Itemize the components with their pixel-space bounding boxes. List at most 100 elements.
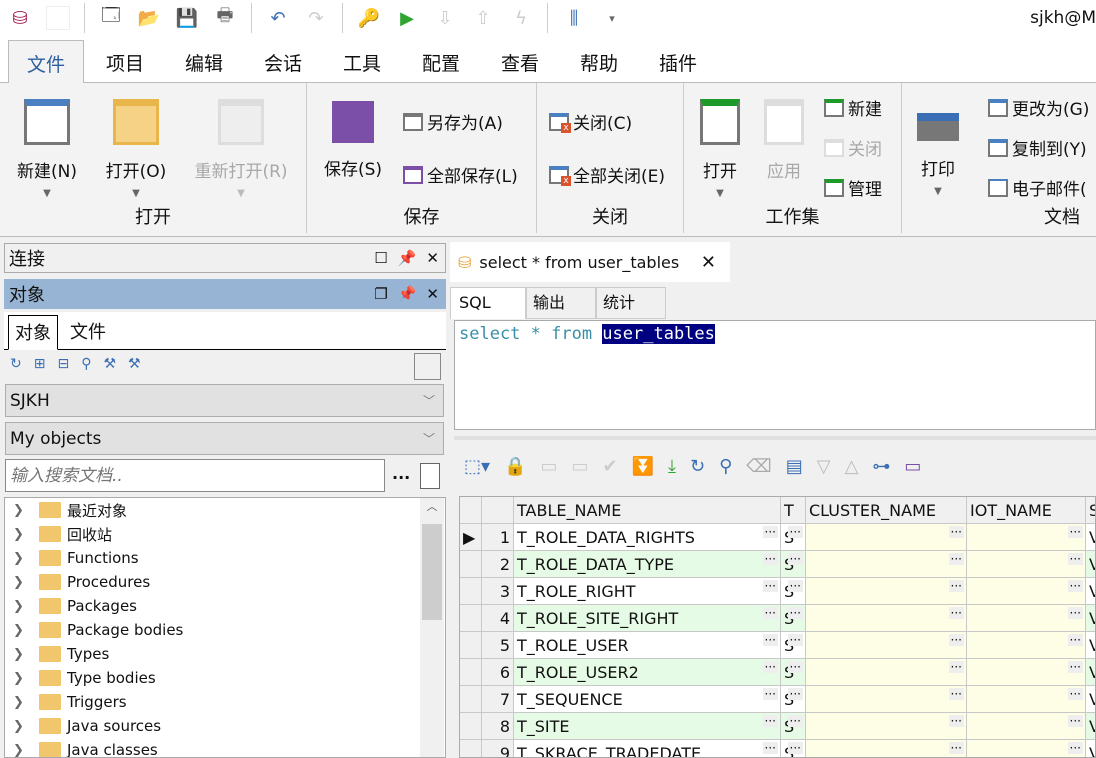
print-icon[interactable]: 🖶 [213,5,237,30]
cell-iot-name[interactable]: ··· [967,632,1086,659]
ellipsis-button[interactable]: ··· [762,526,778,538]
maximize-icon[interactable]: ☐ [374,249,387,267]
cell-cluster-name[interactable]: ··· [806,632,967,659]
tree-item[interactable]: ❯ Type bodies [5,666,445,690]
tree-item[interactable]: ❯ 回收站 [5,522,445,546]
cell-status[interactable]: V [1086,524,1095,551]
table-row[interactable]: 4 T_ROLE_SITE_RIGHT ··· S··· ··· ··· V [460,605,1095,632]
cell-iot-name[interactable]: ··· [967,551,1086,578]
filter-icon[interactable]: ⚒ [103,356,116,372]
open-button[interactable]: 打开(O) ▼ [100,95,172,199]
tab-view[interactable]: 查看 [483,40,557,83]
cell-table-name[interactable]: T_ROLE_RIGHT ··· [514,578,781,605]
ellipsis-button[interactable]: ··· [1067,553,1083,565]
cell-table-name[interactable]: T_ROLE_USER2 ··· [514,659,781,686]
tree-item[interactable]: ❯ Triggers [5,690,445,714]
cell-cluster-name[interactable]: ··· [806,713,967,740]
cell-cluster-name[interactable]: ··· [806,659,967,686]
key-icon[interactable]: 🔑 [357,6,381,30]
cell-tablespace[interactable]: S··· [781,740,806,757]
ellipsis-button[interactable]: ··· [787,580,803,592]
chevron-right-icon[interactable]: ❯ [13,575,39,590]
ellipsis-button[interactable]: ··· [762,607,778,619]
cell-status[interactable]: V [1086,605,1095,632]
tab-edit[interactable]: 编辑 [167,40,241,83]
chevron-right-icon[interactable]: ❯ [13,527,39,542]
save-all-button[interactable]: 全部保存(L) [403,162,518,187]
pin-icon[interactable]: 📌 [398,249,417,267]
ellipsis-button[interactable]: ··· [1067,661,1083,673]
ellipsis-button[interactable]: ··· [762,553,778,565]
close-icon[interactable]: ✕ [426,285,439,303]
table-row[interactable]: 9 T_SKRACE_TRADEDATE ··· S··· ··· ··· V [460,740,1095,757]
print-button[interactable]: 打印 ▼ [912,95,964,197]
cell-status[interactable]: V [1086,632,1095,659]
pin-icon[interactable]: 📌 [398,285,417,303]
delete-record-icon[interactable]: ▭ [571,456,588,477]
ellipsis-button[interactable]: ··· [787,661,803,673]
refresh-icon[interactable]: ↻ [690,456,705,477]
scroll-up-icon[interactable]: ︿ [420,498,444,514]
new-button[interactable]: 新建(N) ▼ [12,95,82,199]
column-header[interactable]: TABLE_NAME [514,497,781,524]
chevron-right-icon[interactable]: ❯ [13,647,39,662]
ellipsis-button[interactable]: ··· [787,607,803,619]
cell-table-name[interactable]: T_ROLE_USER ··· [514,632,781,659]
cell-tablespace[interactable]: S··· [781,578,806,605]
email-button[interactable]: 电子邮件( [988,175,1087,200]
tab-config[interactable]: 配置 [404,40,478,83]
cell-status[interactable]: V [1086,686,1095,713]
table-row[interactable]: 6 T_ROLE_USER2 ··· S··· ··· ··· V [460,659,1095,686]
new-window-icon[interactable]: 🗔 [99,5,123,30]
cell-iot-name[interactable]: ··· [967,740,1086,757]
chevron-right-icon[interactable]: ❯ [13,623,39,638]
ellipsis-button[interactable]: ··· [948,742,964,754]
fetch-last-icon[interactable]: ⤓ [668,456,676,477]
chevron-right-icon[interactable]: ❯ [13,743,39,758]
tab-file[interactable]: 文件 [8,40,85,84]
run-icon[interactable]: ▶ [395,6,419,30]
table-row[interactable]: 8 T_SITE ··· S··· ··· ··· V [460,713,1095,740]
cell-status[interactable]: V [1086,713,1095,740]
close-button[interactable]: 关闭(C) [549,109,632,134]
tab-session[interactable]: 会话 [246,40,320,83]
chevron-right-icon[interactable]: ❯ [13,719,39,734]
search-input[interactable] [5,459,385,492]
cell-table-name[interactable]: T_ROLE_SITE_RIGHT ··· [514,605,781,632]
restore-icon[interactable]: ❐ [374,285,387,303]
table-row[interactable]: 7 T_SEQUENCE ··· S··· ··· ··· V [460,686,1095,713]
ellipsis-button[interactable]: ··· [762,688,778,700]
commit-icon[interactable]: ⇩ [433,6,457,30]
cell-iot-name[interactable]: ··· [967,686,1086,713]
tab-statistics[interactable]: 统计 [596,287,666,319]
splitter[interactable] [454,436,1096,440]
chevron-right-icon[interactable]: ❯ [13,695,39,710]
ellipsis-button[interactable]: ··· [762,715,778,727]
redo-icon[interactable]: ↷ [304,6,328,30]
expand-icon[interactable]: ⊞ [34,356,46,372]
chevron-right-icon[interactable]: ❯ [13,551,39,566]
cell-status[interactable]: V [1086,551,1095,578]
find-icon[interactable]: ⚲ [81,356,91,372]
ellipsis-button[interactable]: ··· [948,661,964,673]
column-header[interactable]: CLUSTER_NAME [806,497,967,524]
tree-item[interactable]: ❯ Java classes [5,738,445,758]
fetch-next-icon[interactable]: ⏬ [632,456,654,477]
cell-tablespace[interactable]: S··· [781,524,806,551]
ellipsis-button[interactable]: ··· [1067,715,1083,727]
select-mode-icon[interactable]: ⬚▾ [464,456,490,477]
ellipsis-button[interactable]: ··· [787,688,803,700]
scrollbar[interactable]: ︿ [420,498,444,757]
column-header[interactable]: T [781,497,806,524]
cell-iot-name[interactable]: ··· [967,524,1086,551]
lock-icon[interactable]: 🔒 [504,456,526,477]
ellipsis-button[interactable]: ··· [787,526,803,538]
tab-plugins[interactable]: 插件 [641,40,715,83]
blank-icon[interactable] [46,6,70,30]
close-all-button[interactable]: 全部关闭(E) [549,162,665,187]
cell-tablespace[interactable]: S··· [781,551,806,578]
ellipsis-button[interactable]: ··· [762,580,778,592]
tab-project[interactable]: 项目 [88,40,162,83]
save-button[interactable]: 保存(S) [321,95,385,180]
find-icon[interactable]: ⚲ [719,456,732,477]
